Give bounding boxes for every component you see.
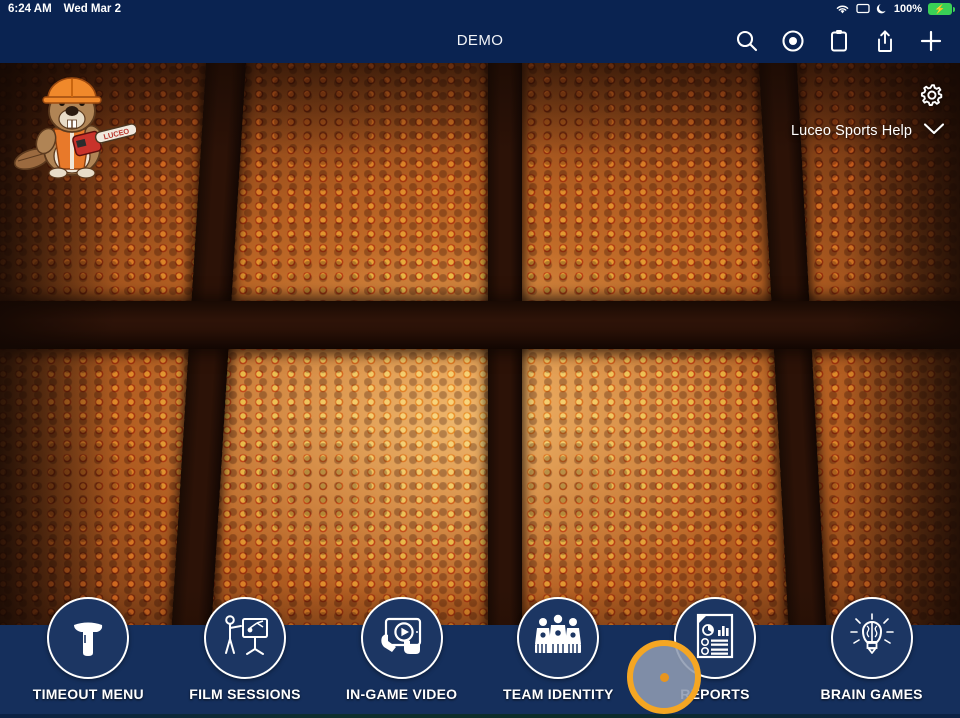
charging-bolt-glyph: ⚡ (934, 3, 946, 14)
share-icon[interactable] (870, 26, 900, 56)
dock-item-reports[interactable]: REPORTS (640, 597, 790, 702)
battery-charging-icon: ⚡ (928, 3, 955, 15)
nav-bar: DEMO (0, 18, 960, 63)
brain-lightbulb-icon (846, 610, 898, 667)
status-date: Wed Mar 2 (63, 3, 121, 15)
luceo-sports-help-dropdown[interactable]: Luceo Sports Help (791, 121, 946, 141)
dock-label: BRAIN GAMES (820, 686, 923, 702)
whistle-icon (63, 611, 113, 666)
help-label: Luceo Sports Help (791, 123, 912, 139)
dock-nav: TIMEOUT MENU FILM SESSIONS IN-GAME VIDEO… (0, 578, 960, 718)
dock-label: TIMEOUT MENU (32, 686, 144, 702)
wifi-icon (835, 3, 850, 15)
status-bar: 6:24 AM Wed Mar 2 100% ⚡ (0, 0, 960, 18)
status-bar-left: 6:24 AM Wed Mar 2 (8, 3, 121, 15)
dock-icon-circle (360, 597, 443, 679)
do-not-disturb-moon-icon (876, 3, 888, 15)
nav-actions (732, 26, 960, 56)
dock-item-brain-games[interactable]: BRAIN GAMES (797, 597, 947, 702)
tablet-play-icon (376, 611, 428, 666)
team-players-icon (532, 613, 584, 664)
search-icon[interactable] (732, 26, 762, 56)
status-bar-right: 100% ⚡ (835, 3, 955, 15)
luceo-beaver-mascot: LUCEO (10, 71, 138, 183)
dock-icon-circle (47, 597, 130, 679)
dock-icon-circle (203, 597, 286, 679)
dock-icon-circle (673, 597, 756, 679)
record-icon[interactable] (778, 26, 808, 56)
dock-icon-circle (517, 597, 600, 679)
chevron-down-icon (922, 121, 946, 141)
ball-seam-horizontal (0, 301, 960, 349)
clipboard-icon[interactable] (824, 26, 854, 56)
dock-icon-circle (830, 597, 913, 679)
battery-percent-label: 100% (893, 3, 922, 15)
dock-item-team-identity[interactable]: TEAM IDENTITY (483, 597, 633, 702)
dock-label: TEAM IDENTITY (503, 686, 614, 702)
dock-item-film-sessions[interactable]: FILM SESSIONS (170, 597, 320, 702)
dock-item-in-game-video[interactable]: IN-GAME VIDEO (327, 597, 477, 702)
status-time: 6:24 AM (8, 3, 52, 15)
screen-mirroring-icon (856, 3, 870, 15)
app-root: 6:24 AM Wed Mar 2 100% ⚡ DEMO LUCEO Luce… (0, 0, 960, 718)
add-icon[interactable] (916, 26, 946, 56)
presentation-board-icon (219, 611, 271, 666)
report-document-icon (690, 610, 740, 667)
settings-gear-button[interactable] (916, 81, 948, 113)
gear-icon (918, 81, 946, 114)
dock-label: IN-GAME VIDEO (345, 686, 458, 702)
dock-item-timeout-menu[interactable]: TIMEOUT MENU (13, 597, 163, 702)
dock-label: FILM SESSIONS (189, 686, 301, 702)
dock-label: REPORTS (680, 686, 750, 702)
